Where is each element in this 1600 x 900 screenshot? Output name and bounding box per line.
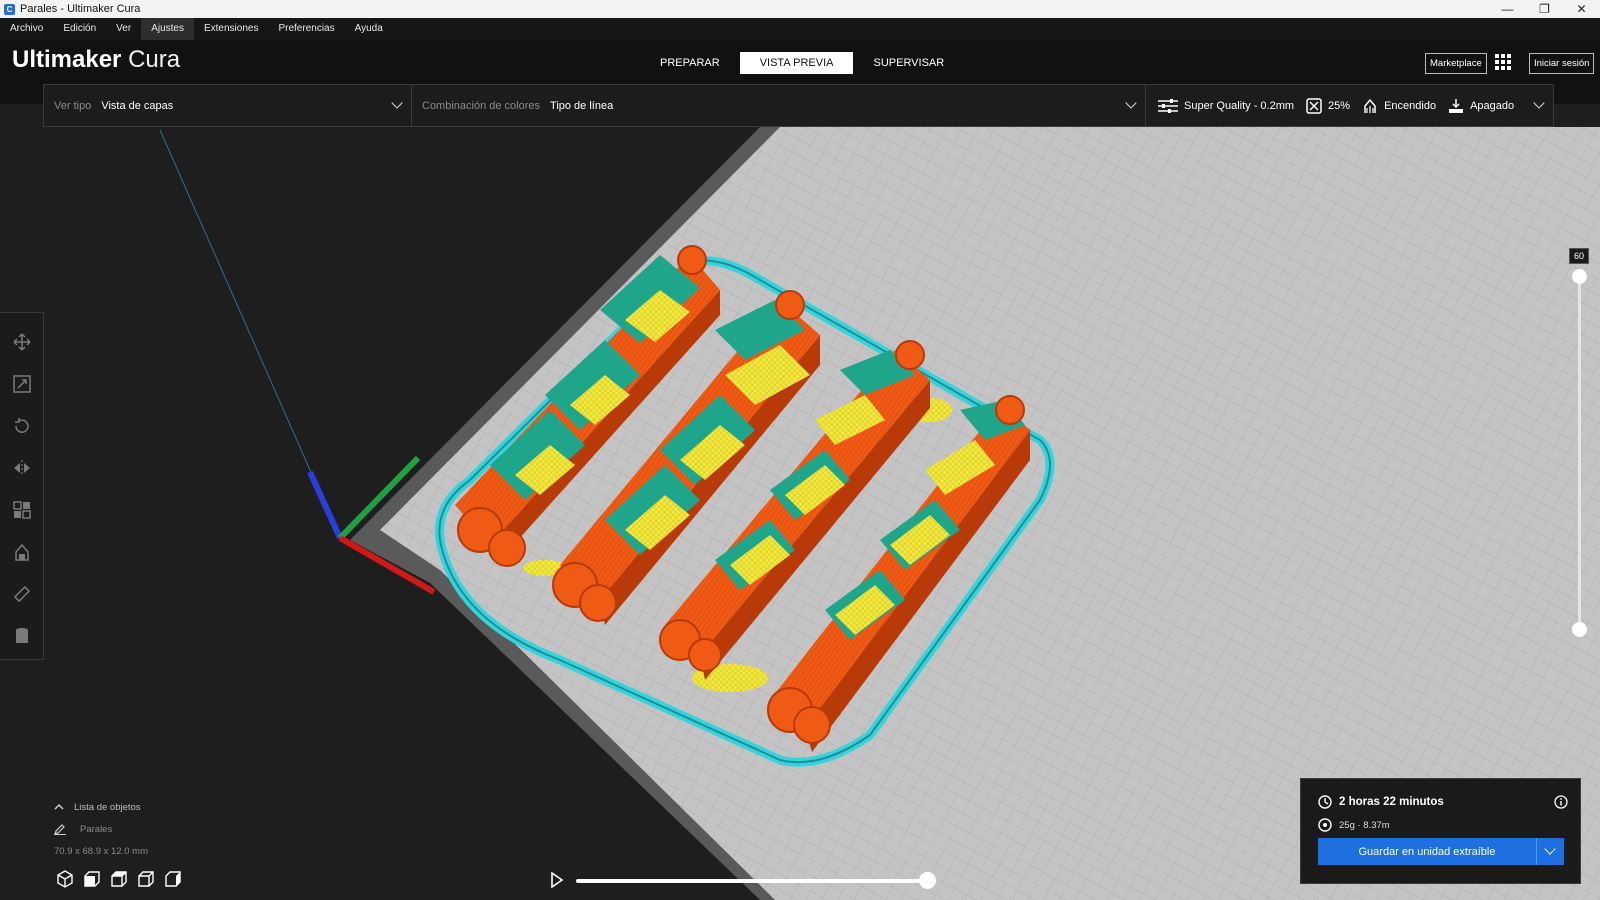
mirror-icon[interactable] <box>10 456 34 480</box>
tab-vista-previa[interactable]: VISTA PREVIA <box>739 52 854 74</box>
layer-slider-top-handle[interactable] <box>1572 269 1587 284</box>
camera-view-buttons <box>56 870 191 888</box>
left-view-icon[interactable] <box>137 870 155 888</box>
view-type-value: Vista de capas <box>101 99 174 112</box>
infill-value: 25% <box>1328 99 1351 112</box>
view-type-dropdown[interactable]: Ver tipo Vista de capas <box>44 85 412 126</box>
menu-archivo[interactable]: Archivo <box>0 18 53 40</box>
right-view-icon[interactable] <box>164 870 182 888</box>
play-icon[interactable] <box>550 872 564 888</box>
adhesion-item: Apagado <box>1448 98 1514 114</box>
tab-preparar[interactable]: PREPARAR <box>640 52 740 74</box>
layer-slider-track[interactable] <box>1578 276 1581 630</box>
scale-icon[interactable] <box>10 372 34 396</box>
clock-icon <box>1318 795 1332 809</box>
tool-panel <box>0 312 44 660</box>
object-name: Parales <box>80 823 113 835</box>
settings-sliders-icon <box>1158 98 1178 113</box>
layer-icon[interactable] <box>10 624 34 648</box>
infill-icon <box>1306 97 1322 114</box>
support-blocker-icon[interactable] <box>10 540 34 564</box>
simulation-slider-handle[interactable] <box>919 872 936 889</box>
adhesion-value: Apagado <box>1470 99 1515 112</box>
support-icon <box>1364 98 1376 113</box>
object-list-title: Lista de objetos <box>74 801 141 813</box>
axis-z-icon <box>307 470 343 540</box>
object-row[interactable]: Parales <box>54 818 148 840</box>
move-icon[interactable] <box>10 330 34 354</box>
object-dimensions: 70.9 x 68.9 x 12.0 mm <box>54 845 148 857</box>
app-header: Ultimaker Cura PREPARAR VISTA PREVIA SUP… <box>0 40 1600 83</box>
filament-spool-icon <box>1318 818 1332 832</box>
logo-light: Cura <box>128 46 181 73</box>
front-view-icon[interactable] <box>83 870 101 888</box>
top-view-icon[interactable] <box>110 870 128 888</box>
pencil-icon <box>54 824 66 835</box>
3d-view-icon[interactable] <box>56 870 74 888</box>
maximize-icon[interactable]: ❐ <box>1526 0 1563 18</box>
menu-ajustes[interactable]: Ajustes <box>141 18 194 40</box>
material-row: 25g · 8.37m <box>1318 818 1390 832</box>
minimize-icon[interactable]: — <box>1489 0 1526 18</box>
support-value: Encendido <box>1384 99 1437 112</box>
window-controls: — ❐ ✕ <box>1489 0 1600 18</box>
menu-edicion[interactable]: Edición <box>53 18 106 40</box>
window-title: Parales - Ultimaker Cura <box>20 3 141 15</box>
menu-ver[interactable]: Ver <box>106 18 141 40</box>
color-scheme-label: Combinación de colores <box>422 99 541 112</box>
print-info-panel: 2 horas 22 minutos 25g · 8.37m Guardar e… <box>1300 778 1581 884</box>
print-settings-summary[interactable]: Super Quality - 0.2mm 25% Encendido Apag… <box>1146 85 1553 126</box>
apps-grid-icon[interactable] <box>1495 54 1511 70</box>
object-list: Lista de objetos Parales 70.9 x 68.9 x 1… <box>54 796 148 862</box>
print-time-row: 2 horas 22 minutos <box>1318 795 1444 809</box>
view-toolbar: Ver tipo Vista de capas Combinación de c… <box>43 84 1554 127</box>
cura-app-icon: C <box>4 3 15 15</box>
measure-icon[interactable] <box>10 582 34 606</box>
info-icon[interactable] <box>1554 795 1568 809</box>
save-to-removable-button[interactable]: Guardar en unidad extraíble <box>1318 838 1564 865</box>
logo-bold: Ultimaker <box>12 46 122 73</box>
simulation-slider-track[interactable] <box>576 879 928 883</box>
chevron-down-icon <box>1125 97 1137 109</box>
window-titlebar: C Parales - Ultimaker Cura — ❐ ✕ <box>0 0 1600 18</box>
menu-extensiones[interactable]: Extensiones <box>194 18 268 40</box>
color-scheme-value: Tipo de línea <box>550 99 614 112</box>
chevron-down-icon[interactable] <box>1537 838 1564 865</box>
profile-item: Super Quality - 0.2mm <box>1158 98 1294 114</box>
app-logo: Ultimaker Cura <box>12 46 180 74</box>
object-list-header[interactable]: Lista de objetos <box>54 796 148 818</box>
chevron-down-icon <box>391 97 403 109</box>
profile-label: Super Quality - 0.2mm <box>1184 99 1295 112</box>
chevron-up-icon <box>54 803 64 810</box>
adhesion-icon <box>1449 98 1464 113</box>
material-usage: 25g · 8.37m <box>1339 819 1390 831</box>
menu-bar: Archivo Edición Ver Ajustes Extensiones … <box>0 18 1600 40</box>
layer-number-badge: 60 <box>1569 248 1589 264</box>
print-time: 2 horas 22 minutos <box>1339 796 1444 808</box>
marketplace-button[interactable]: Marketplace <box>1425 53 1487 74</box>
layer-slider-bottom-handle[interactable] <box>1572 622 1587 637</box>
signin-button[interactable]: Iniciar sesión <box>1529 53 1595 74</box>
support-item: Encendido <box>1362 98 1436 114</box>
stage-tabs: PREPARAR VISTA PREVIA SUPERVISAR <box>640 52 964 74</box>
view-type-label: Ver tipo <box>54 99 92 112</box>
menu-preferencias[interactable]: Preferencias <box>268 18 344 40</box>
save-button-label: Guardar en unidad extraíble <box>1358 845 1496 858</box>
rotate-icon[interactable] <box>10 414 34 438</box>
per-model-settings-icon[interactable] <box>10 498 34 522</box>
close-icon[interactable]: ✕ <box>1563 0 1600 18</box>
chevron-down-icon <box>1533 97 1545 109</box>
tab-supervisar[interactable]: SUPERVISAR <box>853 52 964 74</box>
menu-ayuda[interactable]: Ayuda <box>345 18 393 40</box>
infill-item: 25% <box>1306 97 1351 114</box>
color-scheme-dropdown[interactable]: Combinación de colores Tipo de línea <box>412 85 1146 126</box>
